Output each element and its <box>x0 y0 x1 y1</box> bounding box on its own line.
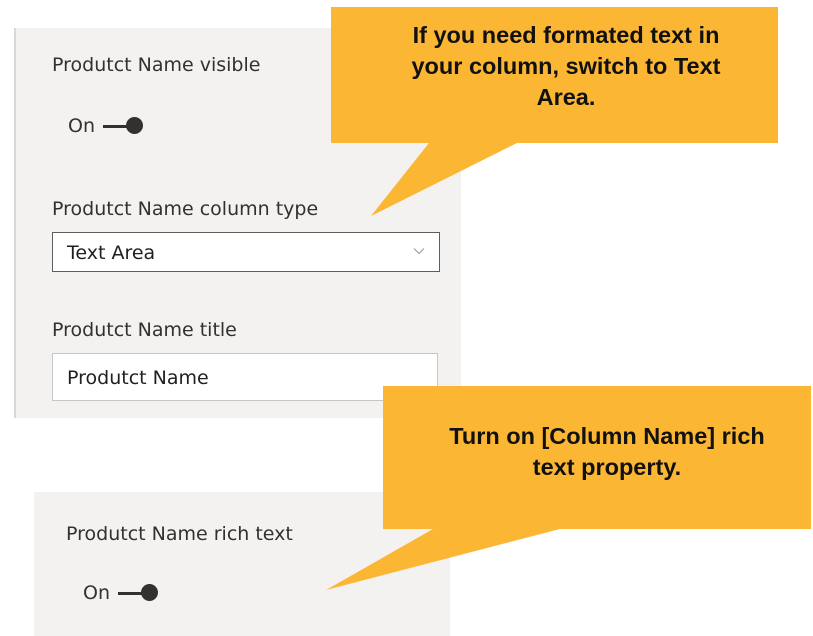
callout-top-line1: If you need formated text in <box>412 22 720 48</box>
callout-bottom-shape <box>326 386 811 590</box>
callout-top-line2: your column, switch to Text <box>411 53 721 79</box>
callout-top-text: If you need formated text in your column… <box>364 20 768 113</box>
callout-bottom-line1: Turn on [Column Name] rich <box>449 423 765 449</box>
callout-top-line3: Area. <box>536 84 596 110</box>
callout-bottom-line2: text property. <box>532 454 682 480</box>
callout-bottom-text: Turn on [Column Name] rich text property… <box>410 421 804 483</box>
screenshot-canvas: Produtct Name visible On Produtct Name c… <box>0 0 813 636</box>
